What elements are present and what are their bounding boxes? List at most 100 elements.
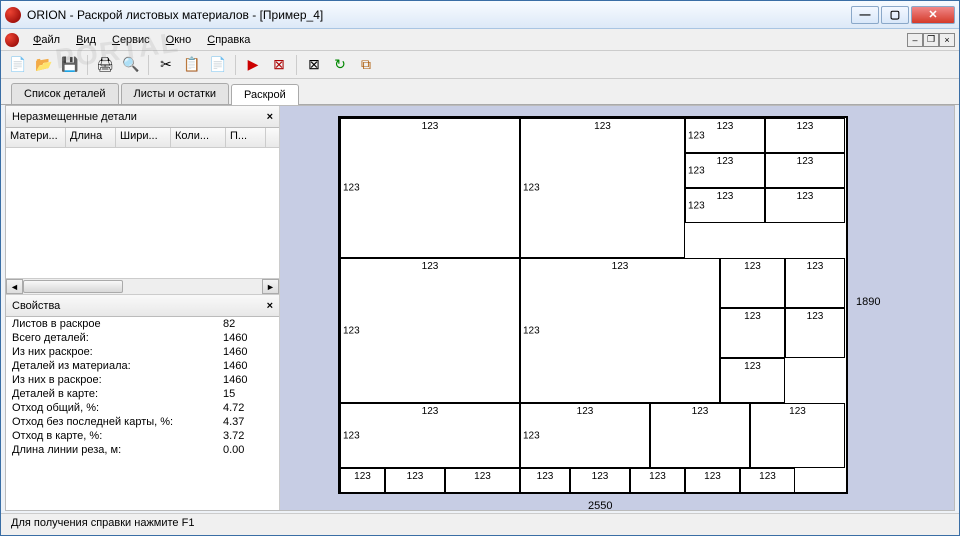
mdi-close-button[interactable]: ×	[939, 33, 955, 47]
paste-icon[interactable]: 📄	[207, 54, 229, 76]
part[interactable]: 123 123	[520, 258, 720, 403]
part-label-top: 123	[474, 471, 491, 482]
part[interactable]: 123123	[520, 403, 650, 468]
part[interactable]: 123	[685, 468, 740, 493]
part-label-top: 123	[797, 156, 814, 167]
prop-row: Отход общий, %:4.72	[6, 401, 279, 415]
options-icon[interactable]: ⧉	[355, 54, 377, 76]
prop-value: 15	[223, 388, 273, 400]
part[interactable]: 123	[785, 308, 845, 358]
part-label-top: 123	[422, 121, 439, 132]
refresh-icon[interactable]: ↻	[329, 54, 351, 76]
prop-value: 4.37	[223, 416, 273, 428]
delete-icon[interactable]: ⊠	[303, 54, 325, 76]
scroll-track[interactable]	[23, 279, 262, 294]
mdi-restore-button[interactable]: ❐	[923, 33, 939, 47]
part[interactable]: 123	[740, 468, 795, 493]
col-p[interactable]: П...	[226, 128, 266, 147]
scroll-left-icon[interactable]: ◄	[6, 279, 23, 294]
part[interactable]: 123	[650, 403, 750, 468]
part[interactable]: 123	[520, 468, 570, 493]
panel-header-props: Свойства ×	[6, 295, 279, 317]
left-panel: Неразмещенные детали × Матери... Длина Ш…	[6, 106, 280, 510]
unplaced-grid[interactable]: Матери... Длина Шири... Коли... П...	[6, 128, 279, 278]
maximize-button[interactable]: ▢	[881, 6, 909, 24]
prop-value: 1460	[223, 360, 273, 372]
part[interactable]: 123	[445, 468, 520, 493]
separator	[148, 55, 149, 75]
layout-canvas[interactable]: 1231231231231231231231231231231231231231…	[280, 106, 954, 510]
menu-file[interactable]: Файл	[25, 32, 68, 48]
part[interactable]: 123123	[685, 188, 765, 223]
part-label-left: 123	[523, 325, 540, 336]
tab-parts-list[interactable]: Список деталей	[11, 83, 119, 104]
part[interactable]: 123123	[340, 118, 520, 258]
part-label-left: 123	[343, 430, 360, 441]
part-label-top: 123	[759, 471, 776, 482]
menu-service[interactable]: Сервис	[104, 32, 158, 48]
part[interactable]: 123	[720, 358, 785, 403]
cut-icon[interactable]: ✂	[155, 54, 177, 76]
part[interactable]: 123	[750, 403, 845, 468]
grid-body[interactable]	[6, 148, 279, 276]
part-label-top: 123	[422, 406, 439, 417]
part[interactable]: 123123	[685, 118, 765, 153]
menu-window[interactable]: Окно	[158, 32, 200, 48]
col-length[interactable]: Длина	[66, 128, 116, 147]
separator	[235, 55, 236, 75]
scroll-thumb[interactable]	[23, 280, 123, 293]
col-width[interactable]: Шири...	[116, 128, 171, 147]
sheet-wrap: 1231231231231231231231231231231231231231…	[308, 116, 936, 500]
part[interactable]: 123	[570, 468, 630, 493]
copy-icon[interactable]: 📋	[181, 54, 203, 76]
part-label-top: 123	[594, 121, 611, 132]
part[interactable]: 123	[720, 258, 785, 308]
prop-label: Из них раскрое:	[12, 346, 223, 358]
hscrollbar[interactable]: ◄ ►	[6, 278, 279, 295]
print-icon[interactable]: 🖨	[94, 54, 116, 76]
window: ORION - Раскрой листовых материалов - [П…	[0, 0, 960, 536]
col-material[interactable]: Матери...	[6, 128, 66, 147]
prop-value: 4.72	[223, 402, 273, 414]
menu-view[interactable]: Вид	[68, 32, 104, 48]
part[interactable]: 123	[765, 153, 845, 188]
new-icon[interactable]: 📄	[7, 54, 29, 76]
part[interactable]: 123 123	[340, 403, 520, 468]
minimize-button[interactable]: —	[851, 6, 879, 24]
part[interactable]: 123	[340, 468, 385, 493]
window-title: ORION - Раскрой листовых материалов - [П…	[27, 8, 851, 22]
prop-label: Отход в карте, %:	[12, 430, 223, 442]
stop-icon[interactable]: ⊠	[268, 54, 290, 76]
part[interactable]: 123123	[685, 153, 765, 188]
separator	[296, 55, 297, 75]
sheet[interactable]: 1231231231231231231231231231231231231231…	[338, 116, 848, 494]
panel-close-icon[interactable]: ×	[267, 111, 273, 123]
tab-sheets[interactable]: Листы и остатки	[121, 83, 229, 104]
open-icon[interactable]: 📂	[33, 54, 55, 76]
menu-help[interactable]: Справка	[199, 32, 258, 48]
part[interactable]: 123 123	[520, 118, 685, 258]
part-label-top: 123	[649, 471, 666, 482]
run-icon[interactable]: ▶	[242, 54, 264, 76]
panel-close-icon[interactable]: ×	[267, 300, 273, 312]
mdi-icon[interactable]	[5, 33, 19, 47]
part[interactable]: 123	[785, 258, 845, 308]
part-label-top: 123	[422, 261, 439, 272]
part-label-left: 123	[523, 183, 540, 194]
close-button[interactable]: ✕	[911, 6, 955, 24]
preview-icon[interactable]: 🔍	[120, 54, 142, 76]
mdi-minimize-button[interactable]: –	[907, 33, 923, 47]
part[interactable]: 123123	[340, 258, 520, 403]
part[interactable]: 123	[630, 468, 685, 493]
part[interactable]: 123	[385, 468, 445, 493]
prop-row: Длина линии реза, м:0.00	[6, 443, 279, 457]
tab-layout[interactable]: Раскрой	[231, 84, 299, 105]
scroll-right-icon[interactable]: ►	[262, 279, 279, 294]
part[interactable]: 123	[765, 188, 845, 223]
save-icon[interactable]: 💾	[59, 54, 81, 76]
part[interactable]: 123	[765, 118, 845, 153]
part-label-top: 123	[612, 261, 629, 272]
panel-title-props: Свойства	[12, 300, 60, 312]
part[interactable]: 123	[720, 308, 785, 358]
col-qty[interactable]: Коли...	[171, 128, 226, 147]
